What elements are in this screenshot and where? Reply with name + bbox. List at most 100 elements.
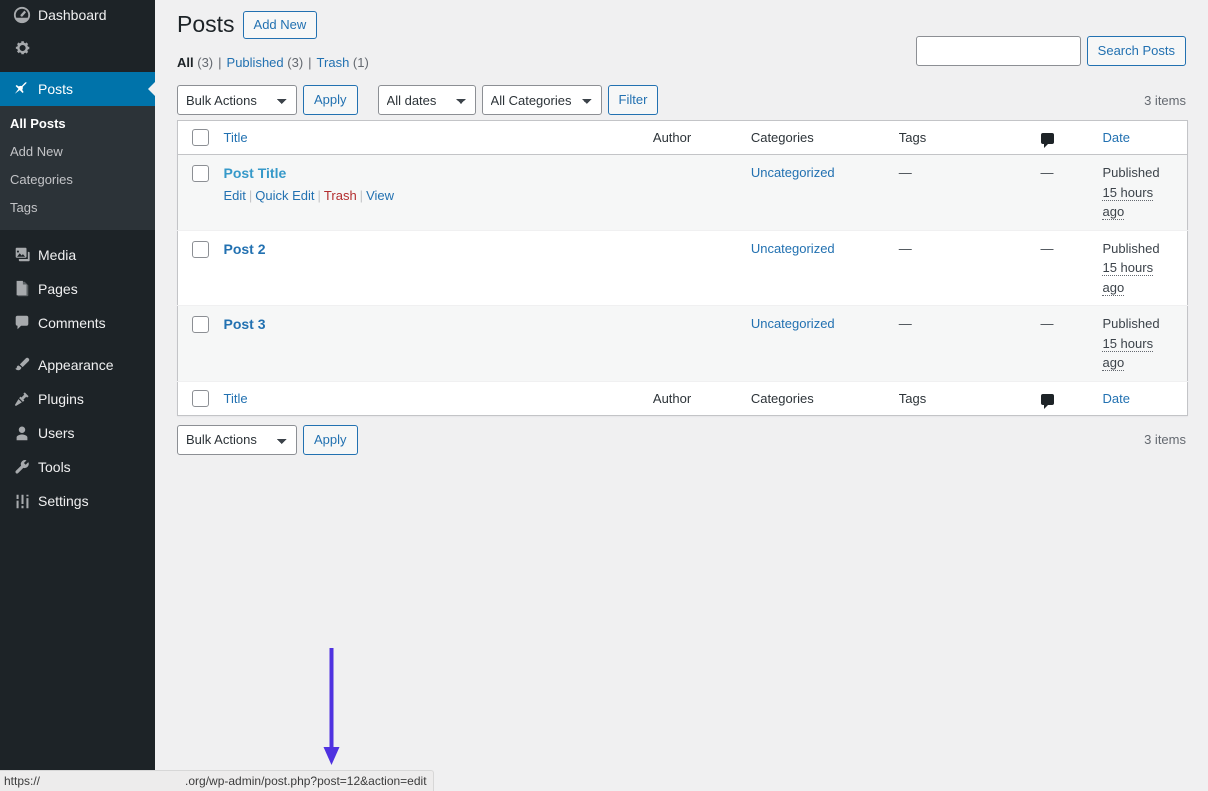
filter-separator: | (218, 55, 221, 70)
wrench-icon (8, 458, 36, 476)
admin-sidebar: Dashboard Posts All Posts Add New Catego… (0, 0, 155, 791)
tablenav-bottom: Bulk Actions Apply 3 items (177, 420, 1186, 460)
apply-button-bottom[interactable]: Apply (303, 425, 358, 455)
sidebar-item-label: Appearance (38, 357, 114, 373)
row-action-edit[interactable]: Edit (223, 188, 245, 203)
row-categories-cell: Uncategorized (741, 306, 889, 382)
table-body: Post Title Edit|Quick Edit|Trash|View Un… (178, 155, 1188, 382)
column-header-comments (1031, 121, 1093, 155)
sidebar-item-posts[interactable]: Posts (0, 72, 155, 106)
main-content: Posts Add New All (3) | Published (3) | … (155, 0, 1208, 791)
post-title-link[interactable]: Post 2 (223, 239, 632, 260)
sidebar-subitem-categories[interactable]: Categories (0, 166, 155, 194)
column-label-tags: Tags (899, 130, 926, 145)
sidebar-item-appearance[interactable]: Appearance (0, 348, 155, 382)
sidebar-item-dashboard[interactable]: Dashboard (0, 0, 155, 30)
sidebar-item-users[interactable]: Users (0, 416, 155, 450)
column-footer-title: Title (213, 381, 642, 415)
sort-title-link-bottom[interactable]: Title (223, 391, 247, 406)
media-icon (8, 246, 36, 264)
select-all-header (178, 121, 214, 155)
sidebar-divider (0, 230, 155, 238)
table-row[interactable]: Post 3 Uncategorized — — Published 15 ho… (178, 306, 1188, 382)
column-header-title: Title (213, 121, 642, 155)
post-date-relative: 15 hours ago (1102, 336, 1153, 372)
table-foot: Title Author Categories Tags Date (178, 381, 1188, 415)
filter-separator: | (308, 55, 311, 70)
filter-trash-link[interactable]: Trash (317, 55, 350, 70)
sidebar-subitem-add-new[interactable]: Add New (0, 138, 155, 166)
bulk-actions-select-bottom[interactable]: Bulk Actions (177, 425, 297, 455)
select-all-footer (178, 381, 214, 415)
sort-date-link-top[interactable]: Date (1102, 130, 1129, 145)
row-title-cell: Post 2 (213, 230, 642, 306)
sort-title-link-top[interactable]: Title (223, 130, 247, 145)
row-action-trash[interactable]: Trash (324, 188, 357, 203)
sidebar-item-label: Pages (38, 281, 78, 297)
apply-button-top[interactable]: Apply (303, 85, 358, 115)
filter-published-count: (3) (287, 55, 303, 70)
filter-published-link[interactable]: Published (227, 55, 284, 70)
row-title-cell: Post 3 (213, 306, 642, 382)
row-tags-cell: — (889, 306, 1031, 382)
dashboard-icon (8, 6, 36, 24)
column-header-categories: Categories (741, 121, 889, 155)
select-all-checkbox-top[interactable] (192, 129, 209, 146)
post-title-link[interactable]: Post Title (223, 163, 632, 184)
bulk-actions-wrap-bottom: Bulk Actions Apply (177, 425, 358, 455)
pin-icon (8, 80, 36, 98)
dates-select[interactable]: All dates (378, 85, 476, 115)
sidebar-item-label: Users (38, 425, 75, 441)
post-title-link[interactable]: Post 3 (223, 314, 632, 335)
column-footer-author: Author (643, 381, 741, 415)
filter-trash-count: (1) (353, 55, 369, 70)
search-input[interactable] (916, 36, 1081, 66)
add-new-button[interactable]: Add New (243, 11, 318, 39)
category-link[interactable]: Uncategorized (751, 165, 835, 180)
category-link[interactable]: Uncategorized (751, 316, 835, 331)
sidebar-item-settings-gear[interactable] (0, 30, 155, 64)
row-checkbox[interactable] (192, 165, 209, 182)
sidebar-item-label: Posts (38, 81, 73, 97)
column-footer-tags: Tags (889, 381, 1031, 415)
sliders-icon (8, 493, 36, 510)
search-box: Search Posts (916, 36, 1186, 66)
sidebar-item-media[interactable]: Media (0, 238, 155, 272)
pages-icon (8, 280, 36, 298)
brush-icon (8, 356, 36, 374)
row-action-view[interactable]: View (366, 188, 394, 203)
page-title: Posts (177, 10, 235, 40)
user-icon (8, 424, 36, 442)
column-label-author: Author (653, 391, 691, 406)
category-link[interactable]: Uncategorized (751, 241, 835, 256)
comment-icon (1041, 133, 1054, 144)
sidebar-subitem-all-posts[interactable]: All Posts (0, 110, 155, 138)
sidebar-item-comments[interactable]: Comments (0, 306, 155, 340)
select-all-checkbox-bottom[interactable] (192, 390, 209, 407)
bulk-actions-select-top[interactable]: Bulk Actions (177, 85, 297, 115)
column-label-categories: Categories (751, 130, 814, 145)
row-action-separator: | (318, 188, 321, 203)
sidebar-item-settings[interactable]: Settings (0, 484, 155, 518)
row-action-quick-edit[interactable]: Quick Edit (255, 188, 314, 203)
table-row[interactable]: Post Title Edit|Quick Edit|Trash|View Un… (178, 155, 1188, 231)
row-tags-cell: — (889, 230, 1031, 306)
search-posts-button[interactable]: Search Posts (1087, 36, 1186, 66)
filter-all-link[interactable]: All (177, 55, 194, 70)
tablenav-top: Bulk Actions Apply All dates All Categor… (177, 80, 1186, 120)
sort-date-link-bottom[interactable]: Date (1102, 391, 1129, 406)
sidebar-item-plugins[interactable]: Plugins (0, 382, 155, 416)
sidebar-item-tools[interactable]: Tools (0, 450, 155, 484)
row-checkbox[interactable] (192, 241, 209, 258)
sidebar-subitem-tags[interactable]: Tags (0, 194, 155, 222)
gear-icon (8, 39, 36, 56)
sidebar-item-pages[interactable]: Pages (0, 272, 155, 306)
column-header-author: Author (643, 121, 741, 155)
filter-button[interactable]: Filter (608, 85, 659, 115)
post-date-relative: 15 hours ago (1102, 260, 1153, 296)
wordpress-admin-screen: Dashboard Posts All Posts Add New Catego… (0, 0, 1208, 791)
column-header-tags: Tags (889, 121, 1031, 155)
table-row[interactable]: Post 2 Uncategorized — — Published 15 ho… (178, 230, 1188, 306)
categories-select[interactable]: All Categories (482, 85, 602, 115)
row-checkbox[interactable] (192, 316, 209, 333)
